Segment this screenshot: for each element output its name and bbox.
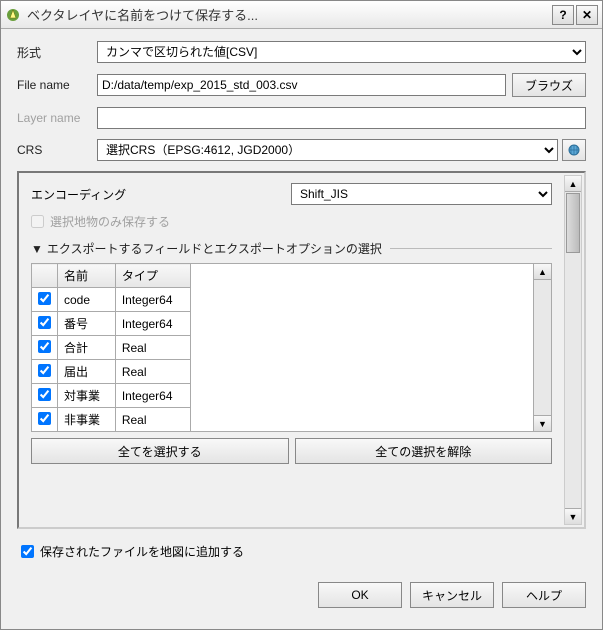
field-name: 対事業 [58,384,116,408]
format-select[interactable]: カンマで区切られた値[CSV] [97,41,586,63]
app-icon [5,7,21,23]
field-name: 番号 [58,312,116,336]
fields-area: 名前 タイプ codeInteger64番号Integer64合計Real届出R… [31,263,552,432]
crs-label: CRS [17,143,97,157]
encoding-select[interactable]: Shift_JIS [291,183,552,205]
close-button[interactable]: ✕ [576,5,598,25]
footer-buttons: OK キャンセル ヘルプ [1,582,602,608]
crs-select[interactable]: 選択CRS（EPSG:4612, JGD2000） [97,139,558,161]
section-title: エクスポートするフィールドとエクスポートオプションの選択 [47,240,382,257]
select-all-button[interactable]: 全てを選択する [31,438,289,464]
fields-table: 名前 タイプ codeInteger64番号Integer64合計Real届出R… [31,263,191,432]
help-button[interactable]: ? [552,5,574,25]
titlebar: ベクタレイヤに名前をつけて保存する... ? ✕ [1,1,602,29]
scroll-down-icon[interactable]: ▼ [534,415,551,431]
export-fields-section-header[interactable]: ▼ エクスポートするフィールドとエクスポートオプションの選択 [31,240,552,257]
crs-picker-button[interactable] [562,139,586,161]
ok-button[interactable]: OK [318,582,402,608]
field-name: code [58,288,116,312]
add-to-map-label: 保存されたファイルを地図に追加する [40,543,244,560]
browse-button[interactable]: ブラウズ [512,73,586,97]
scroll-up-icon[interactable]: ▲ [534,264,551,280]
table-row: 合計Real [32,336,191,360]
fields-scrollbar[interactable]: ▲ ▼ [534,263,552,432]
filename-input[interactable] [97,74,506,96]
cancel-button[interactable]: キャンセル [410,582,494,608]
field-checkbox[interactable] [38,292,51,305]
field-checkbox[interactable] [38,388,51,401]
layername-input[interactable] [97,107,586,129]
selected-only-checkbox [31,215,44,228]
format-label: 形式 [17,44,97,61]
table-row: codeInteger64 [32,288,191,312]
table-row: 届出Real [32,360,191,384]
selected-only-label: 選択地物のみ保存する [50,213,170,230]
table-row: 対事業Integer64 [32,384,191,408]
table-row: 非事業Real [32,408,191,432]
window-title: ベクタレイヤに名前をつけて保存する... [27,5,550,24]
col-check [32,264,58,288]
col-name: 名前 [58,264,116,288]
fields-blank-area [191,263,534,432]
dialog-window: ベクタレイヤに名前をつけて保存する... ? ✕ 形式 カンマで区切られた値[C… [0,0,603,630]
field-type: Real [115,336,190,360]
field-type: Real [115,408,190,432]
globe-icon [567,143,581,157]
collapse-icon: ▼ [31,242,43,256]
field-checkbox[interactable] [38,364,51,377]
field-type: Real [115,360,190,384]
field-type: Integer64 [115,288,190,312]
panel-scroll-up-icon[interactable]: ▲ [565,176,581,192]
field-type: Integer64 [115,312,190,336]
field-checkbox[interactable] [38,412,51,425]
options-panel: エンコーディング Shift_JIS 選択地物のみ保存する ▼ エクスポートする… [17,171,586,529]
filename-label: File name [17,78,97,92]
add-to-map-checkbox[interactable] [21,545,34,558]
field-checkbox[interactable] [38,316,51,329]
panel-scrollbar[interactable]: ▲ ▼ [564,175,582,525]
panel-scroll-down-icon[interactable]: ▼ [565,508,581,524]
panel-scroll-thumb[interactable] [566,193,580,253]
field-type: Integer64 [115,384,190,408]
help-footer-button[interactable]: ヘルプ [502,582,586,608]
table-row: 番号Integer64 [32,312,191,336]
col-type: タイプ [115,264,190,288]
encoding-label: エンコーディング [31,186,291,203]
content-area: 形式 カンマで区切られた値[CSV] File name ブラウズ Layer … [1,29,602,582]
field-checkbox[interactable] [38,340,51,353]
field-name: 合計 [58,336,116,360]
layername-label: Layer name [17,111,97,125]
deselect-all-button[interactable]: 全ての選択を解除 [295,438,553,464]
field-name: 届出 [58,360,116,384]
field-name: 非事業 [58,408,116,432]
